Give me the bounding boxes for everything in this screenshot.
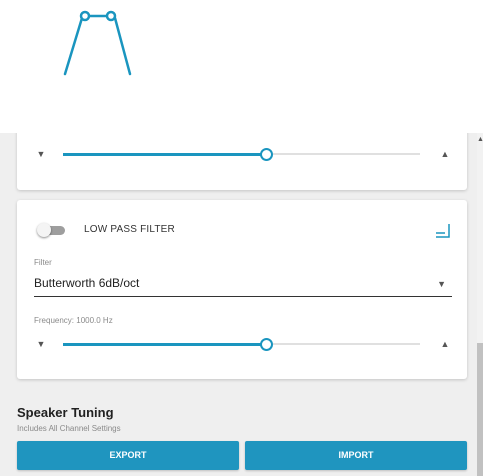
- slider-track[interactable]: [63, 338, 420, 351]
- speaker-tuning-title: Speaker Tuning: [17, 405, 114, 420]
- filter-graphic-area: [0, 0, 483, 133]
- low-pass-filter-card: LOW PASS FILTER Filter Butterworth 6dB/o…: [17, 200, 467, 379]
- slider-thumb[interactable]: [260, 338, 274, 351]
- export-button[interactable]: EXPORT: [17, 441, 239, 470]
- scrollbar-thumb[interactable]: [477, 343, 483, 476]
- frequency-label: Frequency: 1000.0 Hz: [34, 316, 113, 325]
- chevron-down-icon: ▼: [437, 279, 446, 289]
- slider-fill: [63, 152, 267, 156]
- frequency-slider: ▼ ▲: [17, 334, 467, 354]
- speaker-tuning-subtitle: Includes All Channel Settings: [17, 424, 121, 433]
- previous-filter-card: ▼ ▲: [17, 133, 467, 190]
- low-pass-filter-curve-icon: [63, 10, 132, 76]
- expand-corner-icon[interactable]: [432, 220, 452, 240]
- slider-thumb[interactable]: [260, 148, 274, 161]
- arrow-down-icon[interactable]: ▼: [33, 338, 49, 350]
- filter-type-select[interactable]: Butterworth 6dB/oct ▼: [34, 272, 452, 297]
- low-pass-filter-label: LOW PASS FILTER: [84, 224, 175, 235]
- arrow-up-icon[interactable]: ▲: [437, 148, 453, 160]
- filter-type-value: Butterworth 6dB/oct: [34, 276, 140, 290]
- toggle-knob: [37, 223, 51, 237]
- previous-filter-slider: ▼ ▲: [17, 144, 467, 164]
- filter-field-label: Filter: [34, 258, 52, 267]
- settings-panel: ▼ ▲ LOW PASS FILTER Filter Butterworth 6…: [0, 133, 477, 476]
- slider-fill: [63, 342, 267, 346]
- arrow-up-icon[interactable]: ▲: [437, 338, 453, 350]
- arrow-down-icon[interactable]: ▼: [33, 148, 49, 160]
- import-button[interactable]: IMPORT: [245, 441, 467, 470]
- scrollbar[interactable]: ▲: [477, 133, 483, 476]
- low-pass-filter-toggle[interactable]: [37, 223, 67, 237]
- slider-track[interactable]: [63, 148, 420, 161]
- scroll-up-icon[interactable]: ▲: [477, 136, 483, 143]
